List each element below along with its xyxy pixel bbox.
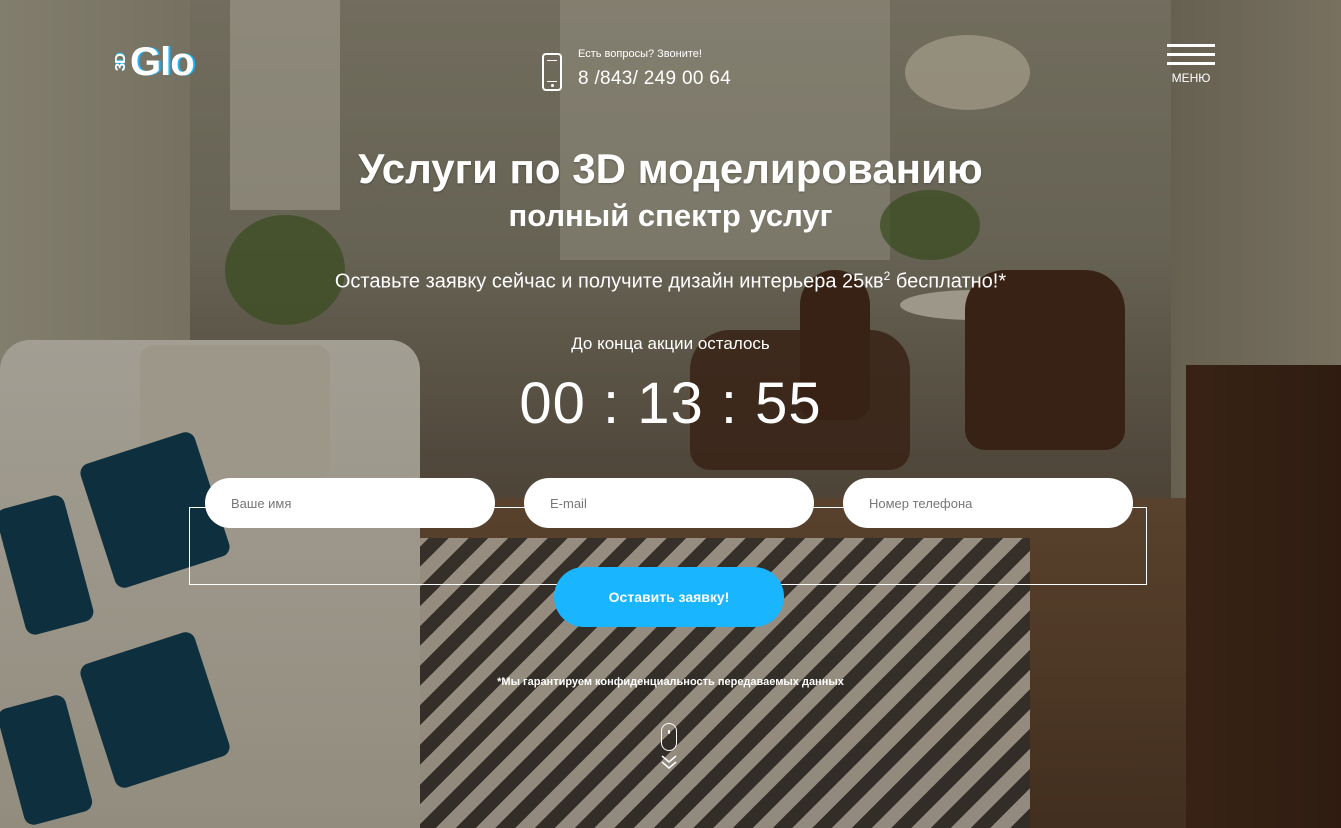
page-subtitle: полный спектр услуг (508, 198, 833, 233)
contact-block: Есть вопросы? Звоните! 8 /843/ 249 00 64 (542, 48, 731, 91)
name-input[interactable] (205, 478, 495, 528)
phone-icon (542, 53, 562, 91)
menu-button[interactable]: МЕНЮ (1167, 44, 1215, 85)
logo[interactable]: 3D Glo (112, 40, 195, 85)
mouse-icon (661, 723, 677, 751)
contact-prompt: Есть вопросы? Звоните! (578, 48, 702, 60)
email-input[interactable] (524, 478, 814, 528)
phone-input[interactable] (843, 478, 1133, 528)
offer-text-suffix: бесплатно!* (890, 270, 1007, 293)
privacy-note: *Мы гарантируем конфиденциальность перед… (497, 676, 844, 688)
offer-text: Оставьте заявку сейчас и получите дизайн… (0, 269, 1341, 294)
hamburger-icon (1167, 44, 1215, 65)
page-title: Услуги по 3D моделированию (358, 145, 983, 192)
submit-request-button[interactable]: Оставить заявку! (554, 567, 784, 627)
scroll-down-indicator[interactable] (659, 723, 679, 775)
offer-text-main: Оставьте заявку сейчас и получите дизайн… (334, 270, 884, 293)
phone-number-link[interactable]: 8 /843/ 249 00 64 (578, 68, 731, 90)
logo-mark: 3D (112, 53, 129, 72)
logo-word: Glo (130, 40, 195, 84)
countdown-label: До конца акции осталось (571, 334, 770, 353)
menu-label: МЕНЮ (1171, 71, 1211, 85)
chevron-down-icon (661, 755, 677, 769)
countdown-timer: 00 : 13 : 55 (519, 371, 822, 436)
